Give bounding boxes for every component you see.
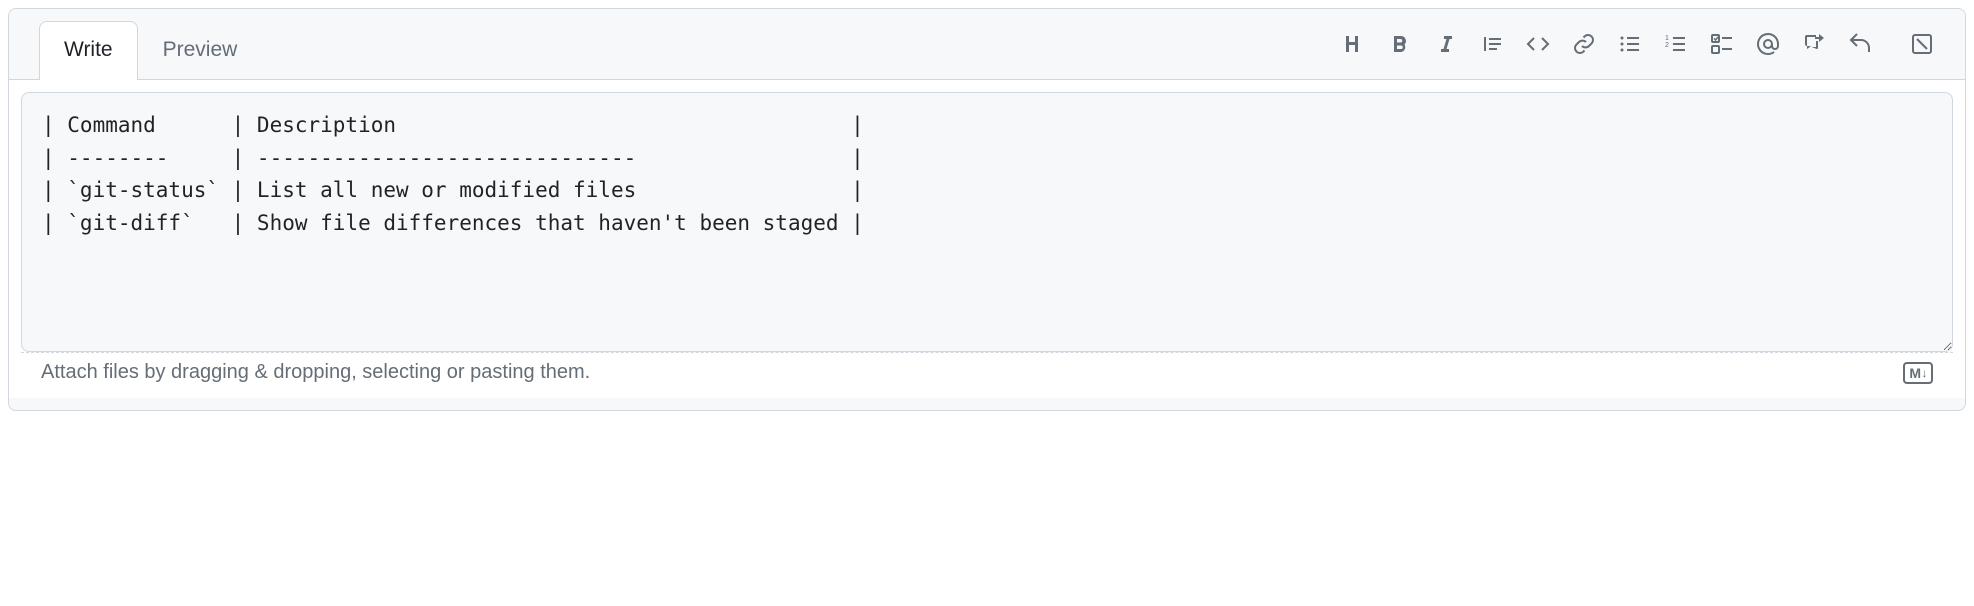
markdown-editor: Write Preview <box>8 8 1966 411</box>
unordered-list-button[interactable] <box>1609 23 1651 65</box>
cross-reference-button[interactable] <box>1793 23 1835 65</box>
fullscreen-button[interactable] <box>1901 23 1943 65</box>
editor-tabs: Write Preview <box>21 21 262 79</box>
formatting-toolbar: 12 <box>1333 23 1953 79</box>
markdown-help-icon[interactable]: M↓ <box>1903 362 1933 384</box>
ordered-list-button[interactable]: 12 <box>1655 23 1697 65</box>
link-button[interactable] <box>1563 23 1605 65</box>
mention-icon <box>1756 32 1780 56</box>
tab-write[interactable]: Write <box>39 21 138 80</box>
task-list-button[interactable] <box>1701 23 1743 65</box>
fullscreen-icon <box>1910 32 1934 56</box>
bold-button[interactable] <box>1379 23 1421 65</box>
task-list-icon <box>1710 32 1734 56</box>
unordered-list-icon <box>1618 32 1642 56</box>
quote-button[interactable] <box>1471 23 1513 65</box>
quote-icon <box>1480 32 1504 56</box>
reply-button[interactable] <box>1839 23 1881 65</box>
code-icon <box>1526 32 1550 56</box>
heading-button[interactable] <box>1333 23 1375 65</box>
editor-header: Write Preview <box>9 9 1965 79</box>
markdown-textarea[interactable]: | Command | Description | | -------- | -… <box>21 92 1953 352</box>
bold-icon <box>1388 32 1412 56</box>
cross-reference-icon <box>1802 32 1826 56</box>
reply-icon <box>1848 32 1872 56</box>
mention-button[interactable] <box>1747 23 1789 65</box>
italic-icon <box>1434 32 1458 56</box>
editor-body: | Command | Description | | -------- | -… <box>9 79 1965 398</box>
link-icon <box>1572 32 1596 56</box>
italic-button[interactable] <box>1425 23 1467 65</box>
heading-icon <box>1342 32 1366 56</box>
editor-footer: Attach files by dragging & dropping, sel… <box>21 352 1953 398</box>
attach-hint[interactable]: Attach files by dragging & dropping, sel… <box>41 361 590 384</box>
tab-preview[interactable]: Preview <box>138 21 263 80</box>
ordered-list-icon: 12 <box>1664 32 1688 56</box>
svg-text:2: 2 <box>1665 42 1669 49</box>
svg-text:1: 1 <box>1665 35 1669 42</box>
code-button[interactable] <box>1517 23 1559 65</box>
